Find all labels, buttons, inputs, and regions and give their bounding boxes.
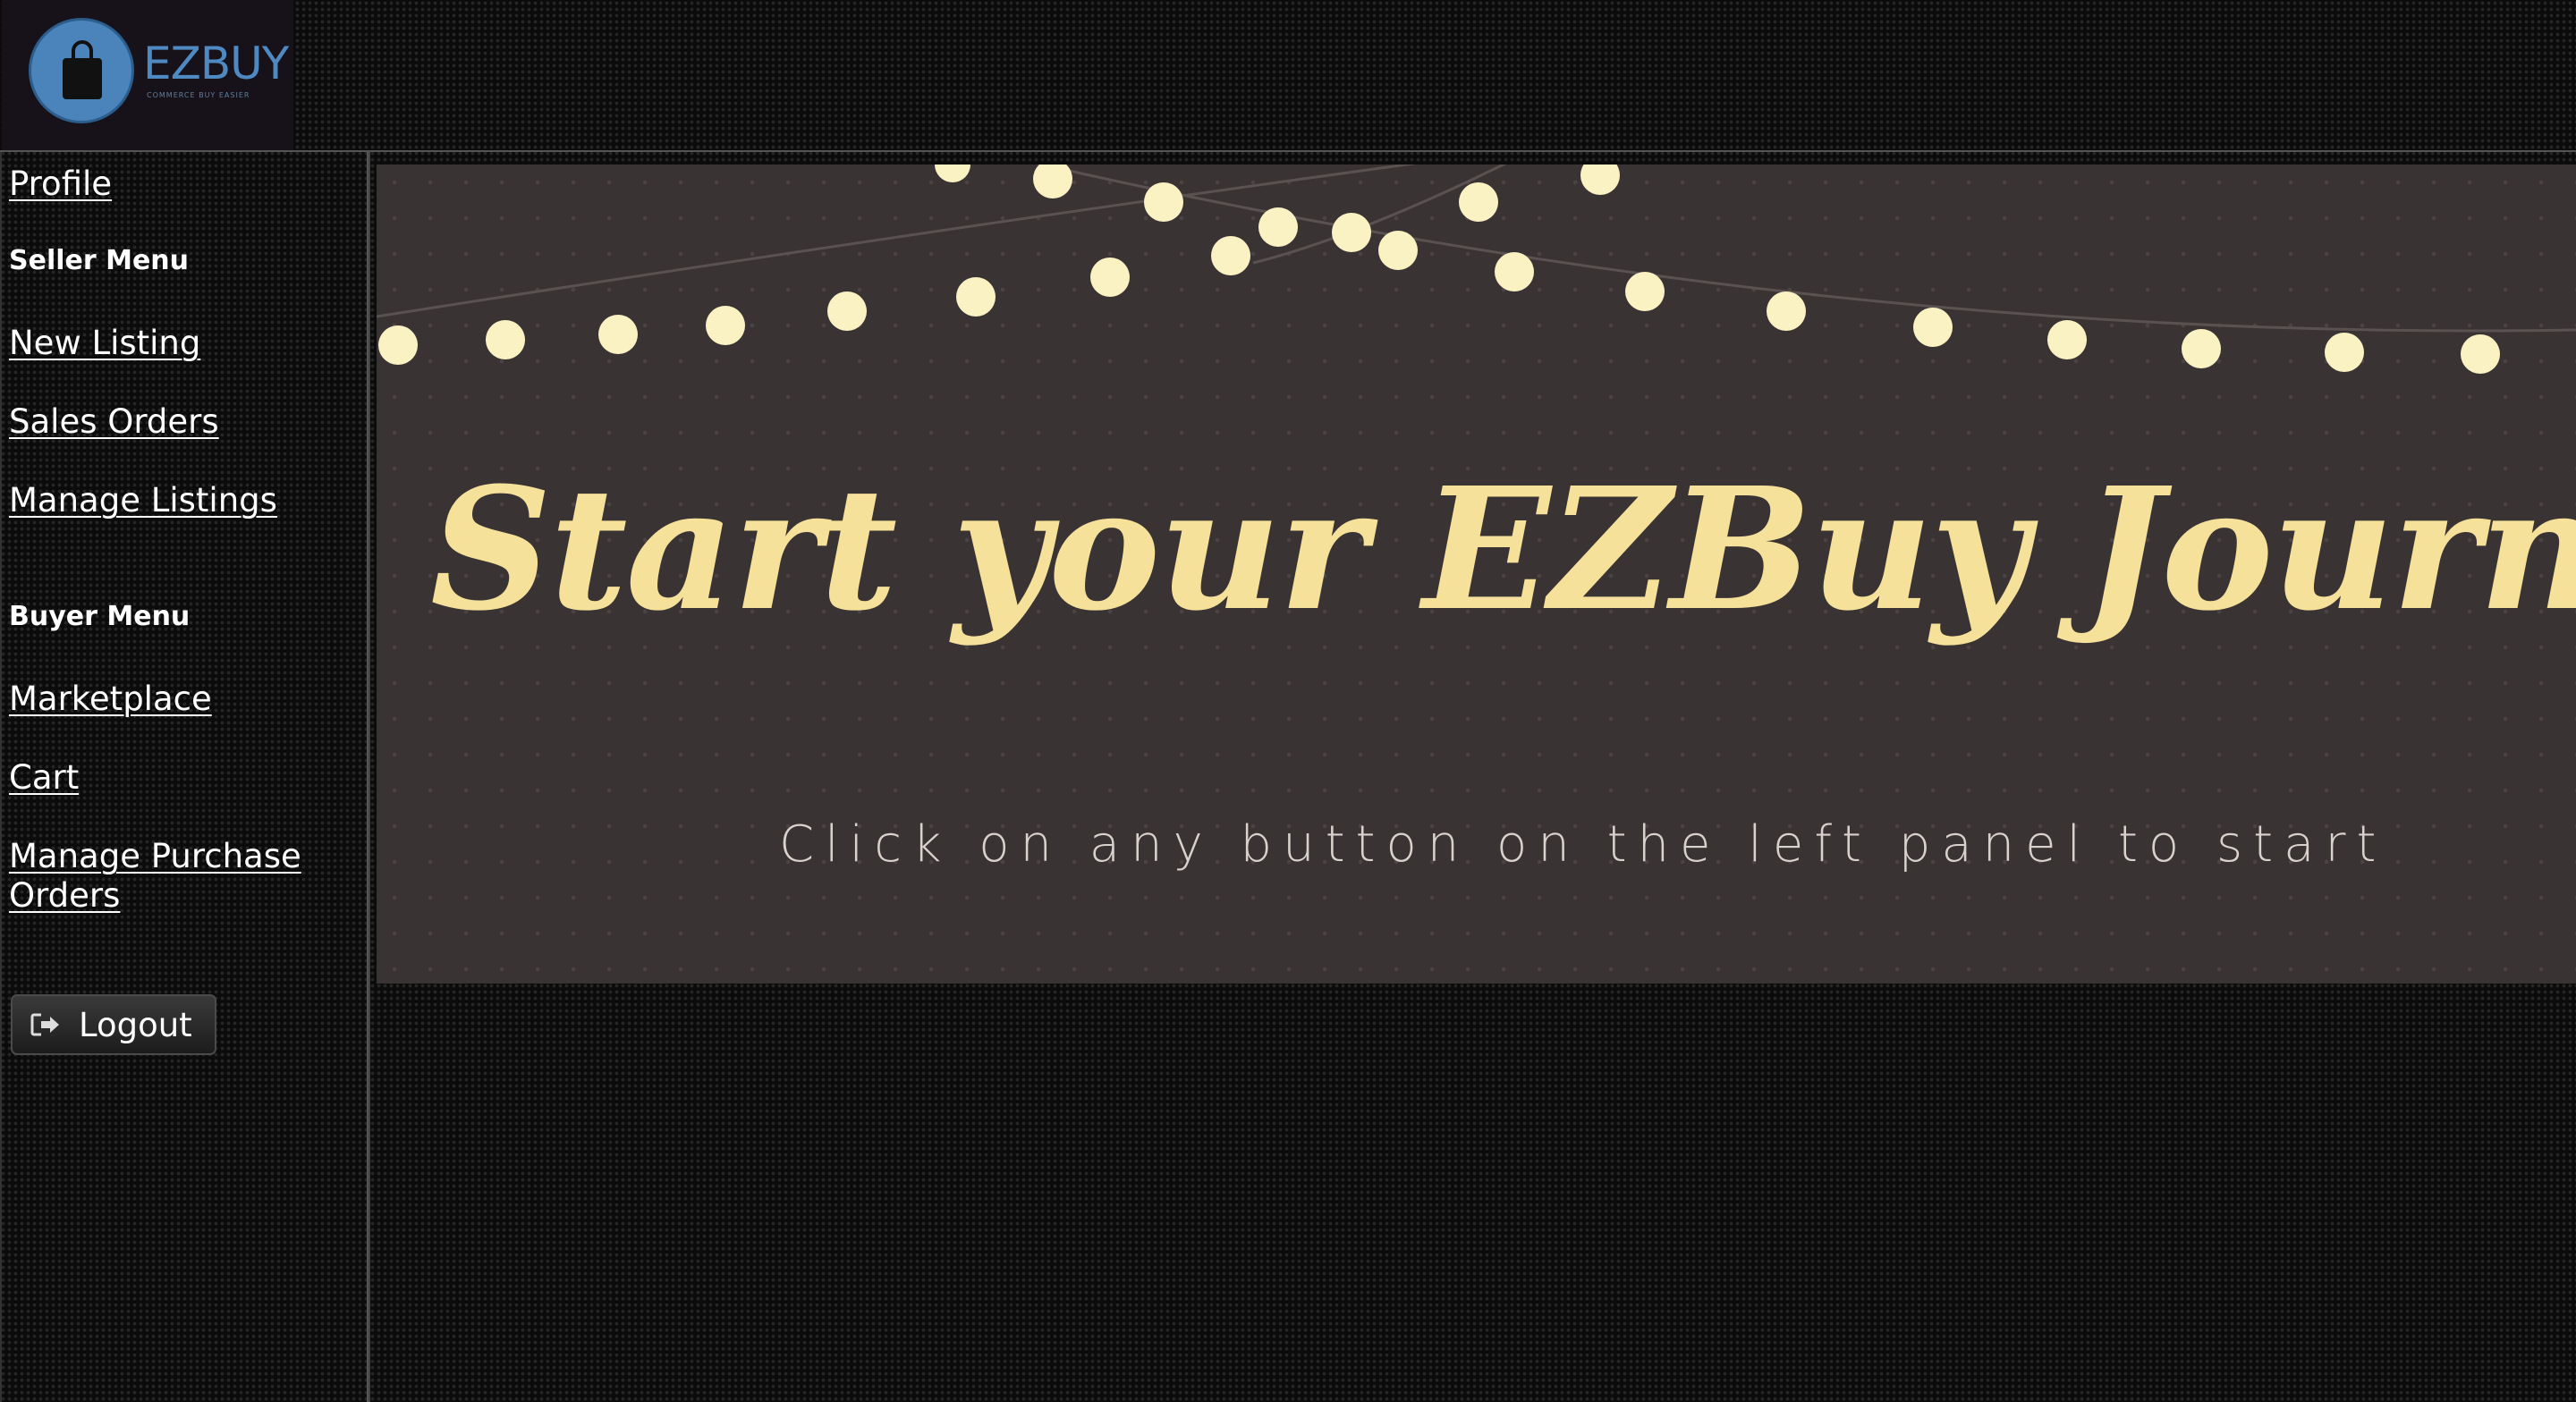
logout-button[interactable]: Logout (11, 994, 216, 1055)
banner-title: Start your EZBuy Journey Now (430, 451, 2576, 648)
seller-menu-heading: Seller Menu (9, 245, 190, 276)
sidebar-item-marketplace[interactable]: Marketplace (9, 680, 212, 719)
logo-tagline: COMMERCE BUY EASIER (147, 91, 250, 99)
header: EZBUY COMMERCE BUY EASIER (0, 0, 2576, 152)
sidebar-item-sales-orders[interactable]: Sales Orders (9, 402, 219, 442)
sidebar: Profile Seller Menu New Listing Sales Or… (0, 152, 369, 1402)
string-lights-decoration (377, 165, 2576, 374)
shopping-bag-icon (29, 18, 134, 123)
logout-label: Logout (79, 1005, 192, 1044)
logo[interactable]: EZBUY COMMERCE BUY EASIER (2, 0, 293, 150)
sidebar-item-profile[interactable]: Profile (9, 165, 112, 204)
sidebar-item-cart[interactable]: Cart (9, 758, 79, 798)
sidebar-item-new-listing[interactable]: New Listing (9, 324, 200, 363)
logout-icon (30, 1013, 59, 1036)
logo-text: EZBUY (143, 38, 289, 89)
buyer-menu-heading: Buyer Menu (9, 601, 191, 632)
sidebar-item-manage-listings[interactable]: Manage Listings (9, 481, 277, 520)
sidebar-item-manage-purchase-orders[interactable]: Manage Purchase Orders (9, 837, 313, 916)
welcome-banner: Start your EZBuy Journey Now Click on an… (377, 165, 2576, 984)
banner-subtitle: Click on any button on the left panel to… (779, 815, 2387, 874)
